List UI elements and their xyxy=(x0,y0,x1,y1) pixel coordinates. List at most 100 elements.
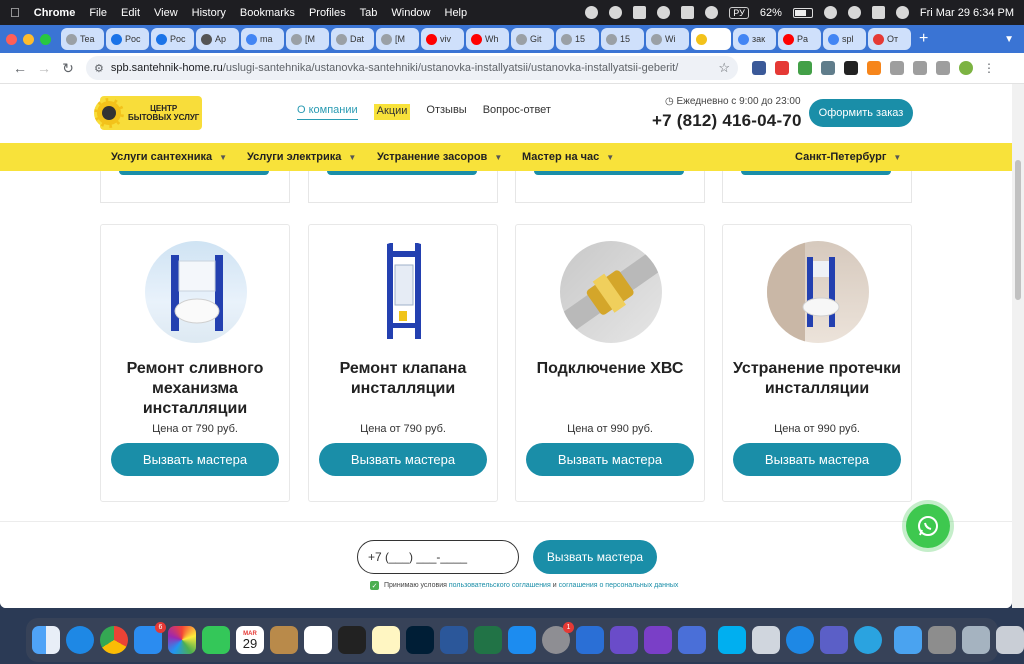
play-status-icon[interactable] xyxy=(705,6,719,19)
browser-tab[interactable]: 15 xyxy=(556,28,599,50)
category-handyman[interactable]: Мастер на час ▼ xyxy=(522,151,614,163)
close-window-button[interactable] xyxy=(6,33,17,45)
browser-tab[interactable]: Pa xyxy=(778,28,821,50)
browser-tab[interactable]: Tea xyxy=(61,28,104,50)
phone-number[interactable]: +7 (812) 416-04-70 xyxy=(652,111,802,131)
safari-icon[interactable] xyxy=(66,626,94,654)
profile-avatar[interactable] xyxy=(959,61,973,75)
screenshot-folder-icon[interactable] xyxy=(962,626,990,654)
preview-icon[interactable] xyxy=(752,626,780,654)
browser-tab[interactable]: Wh xyxy=(466,28,509,50)
fork-icon[interactable] xyxy=(678,626,706,654)
call-master-button[interactable]: Вызвать мастера xyxy=(526,443,694,476)
site-logo[interactable]: ЦЕНТР БЫТОВЫХ УСЛУГ xyxy=(94,96,202,130)
category-plumbing[interactable]: Услуги сантехника ▼ xyxy=(111,151,227,163)
browser-tab[interactable]: Wi xyxy=(646,28,689,50)
notes-icon[interactable] xyxy=(372,626,400,654)
contacts-icon[interactable] xyxy=(270,626,298,654)
browser-tab[interactable]: 15 xyxy=(601,28,644,50)
downloads-folder-icon[interactable] xyxy=(894,626,922,654)
user-agreement-link[interactable]: пользовательского соглашения xyxy=(449,582,551,589)
menu-history[interactable]: History xyxy=(192,7,226,19)
new-tab-button[interactable]: + xyxy=(919,30,928,48)
call-master-button[interactable]: Вызвать мастера xyxy=(111,443,279,476)
submit-call-button[interactable]: Вызвать мастера xyxy=(533,540,657,574)
menu-clock[interactable]: Fri Mar 29 6:34 PM xyxy=(920,7,1014,19)
screen-record-icon[interactable] xyxy=(585,6,599,19)
reminders-icon[interactable] xyxy=(304,626,332,654)
scrollbar-thumb[interactable] xyxy=(1015,160,1021,300)
menu-help[interactable]: Help xyxy=(445,7,468,19)
menu-profiles[interactable]: Profiles xyxy=(309,7,346,19)
category-clogs[interactable]: Устранение засоров ▼ xyxy=(377,151,502,163)
browser-tab[interactable]: Dat xyxy=(331,28,374,50)
browser-tab[interactable]: [M xyxy=(286,28,329,50)
reload-button[interactable]: ↻ xyxy=(56,56,80,80)
system-settings-icon[interactable]: 1 xyxy=(542,622,574,654)
xcode-icon[interactable] xyxy=(576,626,604,654)
adblock-extension-icon[interactable] xyxy=(775,61,789,75)
zoom-window-button[interactable] xyxy=(40,33,51,45)
menu-window[interactable]: Window xyxy=(391,7,430,19)
siri-icon[interactable] xyxy=(895,6,909,19)
word-icon[interactable] xyxy=(440,626,468,654)
menu-file[interactable]: File xyxy=(89,7,107,19)
browser-tab[interactable]: viv xyxy=(421,28,464,50)
browser-tab[interactable]: Poc xyxy=(106,28,149,50)
bookmark-star-icon[interactable]: ☆ xyxy=(718,60,730,76)
menu-view[interactable]: View xyxy=(154,7,178,19)
minimize-window-button[interactable] xyxy=(23,33,34,45)
phone-input[interactable]: +7 (___) ___-____ xyxy=(357,540,519,574)
calendar-icon[interactable]: MAR 29 xyxy=(236,626,264,654)
mail-icon[interactable]: 6 xyxy=(134,622,166,654)
nav-promo[interactable]: Акции xyxy=(373,104,411,120)
app-store-icon[interactable] xyxy=(508,626,536,654)
browser-tab[interactable]: Git xyxy=(511,28,554,50)
extension-icon[interactable] xyxy=(821,61,835,75)
simulator-icon[interactable] xyxy=(610,626,638,654)
browser-tab[interactable]: зак xyxy=(733,28,776,50)
browser-tab[interactable] xyxy=(691,28,731,50)
trash-icon[interactable] xyxy=(996,626,1024,654)
excel-icon[interactable] xyxy=(474,626,502,654)
teams-icon[interactable] xyxy=(820,626,848,654)
skype-icon[interactable] xyxy=(718,626,746,654)
whatsapp-chat-button[interactable] xyxy=(906,504,950,548)
keyboard-layout-indicator[interactable]: РУ xyxy=(729,6,749,19)
finder-icon[interactable] xyxy=(32,626,60,654)
call-master-button[interactable]: Вызвать мастера xyxy=(733,443,901,476)
spotify-status-icon[interactable] xyxy=(657,6,671,19)
terminal-icon[interactable] xyxy=(338,626,366,654)
browser-tab[interactable]: [M xyxy=(376,28,419,50)
control-center-icon[interactable] xyxy=(871,6,885,19)
forward-button[interactable]: → xyxy=(32,56,56,80)
volume-icon[interactable] xyxy=(681,6,695,19)
chrome-icon[interactable] xyxy=(100,626,128,654)
photos-icon[interactable] xyxy=(168,626,196,654)
category-electrician[interactable]: Услуги электрика ▼ xyxy=(247,151,356,163)
order-button[interactable]: Оформить заказ xyxy=(809,99,913,127)
menu-tab[interactable]: Tab xyxy=(360,7,378,19)
nav-about[interactable]: О компании xyxy=(297,104,358,120)
battery-icon[interactable] xyxy=(792,7,813,18)
nav-faq[interactable]: Вопрос-ответ xyxy=(483,104,551,120)
menu-edit[interactable]: Edit xyxy=(121,7,140,19)
browser-tab[interactable]: Ap xyxy=(196,28,239,50)
back-button[interactable]: ← xyxy=(8,56,32,80)
side-panel-icon[interactable] xyxy=(936,61,950,75)
address-bar[interactable]: ⚙ spb.santehnik-home.ru /uslugi-santehni… xyxy=(86,56,738,80)
menu-app-name[interactable]: Chrome xyxy=(34,7,76,19)
browser-tab[interactable]: spl xyxy=(823,28,866,50)
menu-bookmarks[interactable]: Bookmarks xyxy=(240,7,295,19)
wifi-icon[interactable] xyxy=(823,6,837,19)
apple-menu-icon[interactable]:  xyxy=(10,5,20,20)
spotlight-search-icon[interactable] xyxy=(847,6,861,19)
consent-checkbox[interactable]: ✓ xyxy=(370,581,379,590)
browser-tab[interactable]: ma xyxy=(241,28,284,50)
telegram-icon[interactable] xyxy=(854,626,882,654)
browser-tab[interactable]: Poc xyxy=(151,28,194,50)
checkmark-status-icon[interactable] xyxy=(609,6,623,19)
extension-icon[interactable] xyxy=(844,61,858,75)
nav-reviews[interactable]: Отзывы xyxy=(426,104,466,120)
tab-search-icon[interactable]: ▼ xyxy=(1004,34,1014,45)
